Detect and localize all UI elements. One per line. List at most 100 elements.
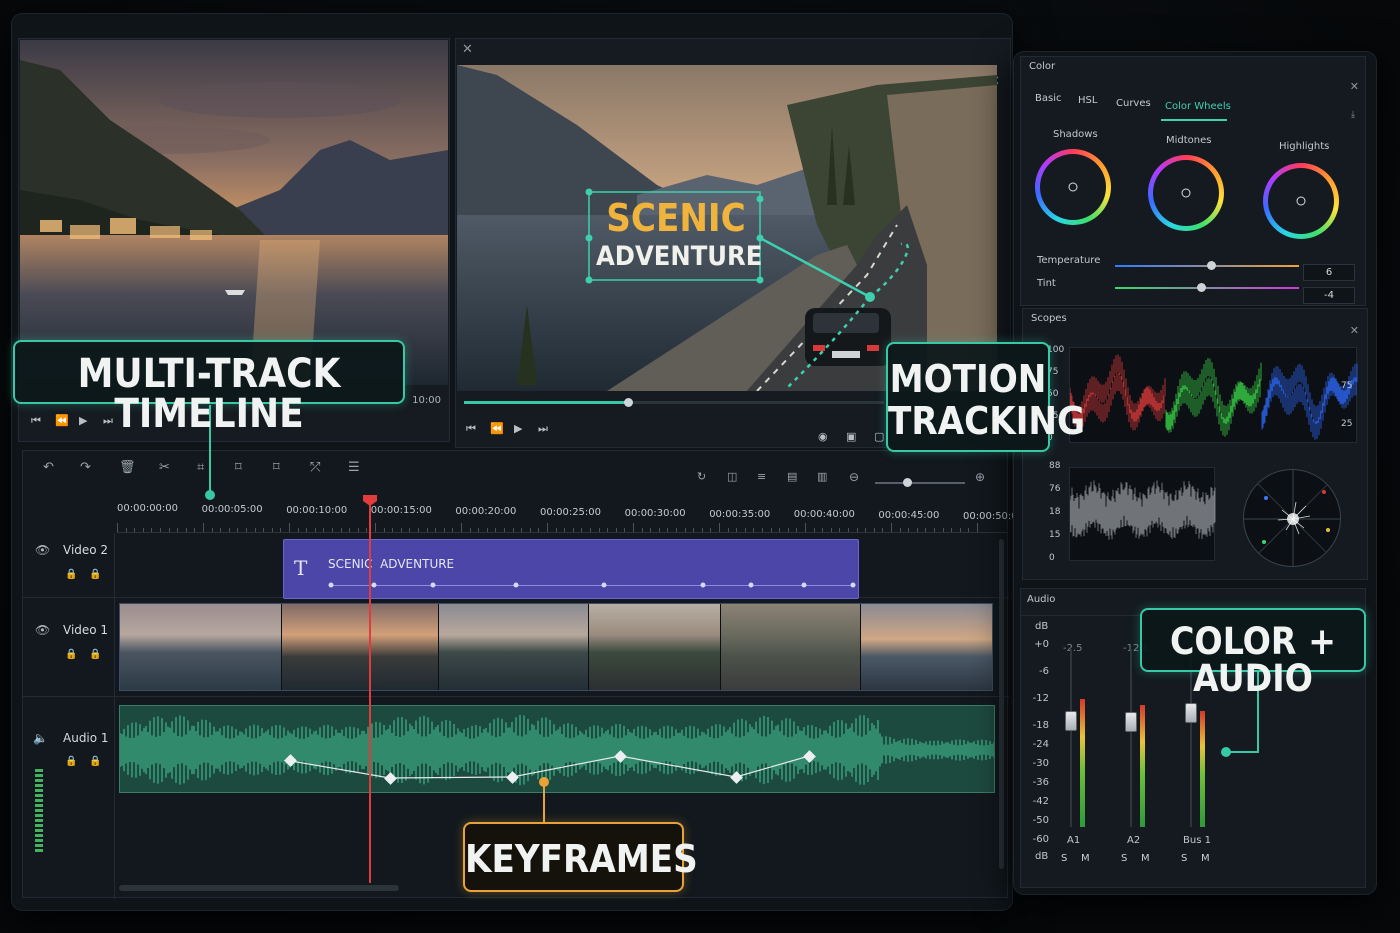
step-back-button[interactable]: ⏪ (55, 415, 69, 426)
keyframe-dot[interactable] (430, 582, 436, 588)
lock-icon[interactable]: 🔒 (65, 649, 77, 660)
speaker-icon[interactable]: 🔈 (33, 731, 48, 745)
mute-button[interactable]: M (1201, 853, 1210, 864)
lock-icon[interactable]: 🔒 (65, 569, 77, 580)
ruler-tick-label: 00:00:05:00 (201, 503, 263, 515)
volume-keyframe-curve[interactable] (120, 706, 995, 793)
shadows-color-wheel[interactable] (1035, 149, 1111, 225)
ruler-tick (856, 528, 858, 532)
lock-icon[interactable]: 🔒 (89, 649, 101, 660)
keyframe-dot[interactable] (748, 582, 754, 588)
wheel-label-midtones: Midtones (1166, 135, 1212, 146)
solo-button[interactable]: S (1061, 853, 1067, 864)
zoom-slider-handle[interactable] (903, 478, 912, 487)
ruler-tick (418, 528, 419, 532)
transform-icon[interactable]: ⤱ (310, 461, 320, 474)
keyframe-dot[interactable] (850, 582, 856, 588)
mute-button[interactable]: M (1141, 853, 1150, 864)
delete-icon[interactable]: 🗑 (119, 461, 136, 474)
go-to-start-button[interactable]: ⏮ (31, 415, 41, 426)
trim-icon[interactable]: ⌗ (197, 461, 204, 474)
subtitle-icon[interactable]: ▤ (787, 471, 797, 482)
ruler-tick-label: 00:00:35:00 (709, 508, 771, 520)
tab-basic[interactable]: Basic (1035, 93, 1061, 104)
adjust-icon[interactable]: ☰ (348, 461, 360, 474)
ruler-tick (314, 528, 316, 532)
play-button[interactable]: ▶ (514, 423, 522, 434)
video-editor-app: ✕ (0, 0, 1400, 933)
playback-progress-handle[interactable] (623, 398, 633, 407)
zoom-out-icon[interactable]: ⊖ (849, 471, 859, 483)
clip-thumbnail (439, 604, 589, 690)
keyframe-dot[interactable] (601, 582, 607, 588)
play-button[interactable]: ▶ (79, 415, 87, 426)
reset-icon[interactable]: ⤓ (1351, 111, 1355, 120)
midtones-color-wheel[interactable] (1148, 155, 1224, 231)
snapshot-icon[interactable]: ◉ (818, 431, 828, 442)
step-forward-button[interactable]: ⏭ (103, 415, 113, 426)
undo-icon[interactable]: ↶ (43, 461, 54, 474)
go-to-start-button[interactable]: ⏮ (466, 423, 476, 434)
audio-clip[interactable] (119, 705, 995, 793)
eye-icon[interactable]: 👁 (35, 543, 50, 557)
tint-slider-handle[interactable] (1197, 283, 1207, 292)
fader-track[interactable] (1190, 649, 1192, 827)
keyframe-dot[interactable] (371, 582, 377, 588)
solo-button[interactable]: S (1121, 853, 1127, 864)
horizontal-scrollbar[interactable] (119, 885, 399, 891)
keyframe-dot[interactable] (513, 582, 519, 588)
vertical-scrollbar[interactable] (999, 539, 1004, 869)
db-scale-label: -36 (1032, 777, 1049, 788)
ruler-tick (641, 528, 643, 532)
ruler-tick (297, 528, 299, 532)
video-clip[interactable] (119, 603, 993, 691)
lock-icon[interactable]: 🔒 (65, 756, 77, 767)
lock-icon[interactable]: 🔒 (89, 569, 101, 580)
close-icon[interactable]: ✕ (1350, 81, 1359, 92)
lock-icon[interactable]: 🔒 (89, 756, 101, 767)
fader-handle[interactable] (1125, 711, 1137, 732)
keyframe-dot[interactable] (328, 582, 334, 588)
parade-channel (1165, 358, 1262, 437)
tab-curves[interactable]: Curves (1116, 98, 1151, 109)
playback-progress-track[interactable] (464, 398, 884, 407)
zoom-slider[interactable] (875, 478, 965, 487)
tab-color-wheels[interactable]: Color Wheels (1165, 101, 1231, 112)
temperature-slider-handle[interactable] (1206, 261, 1216, 270)
temperature-value[interactable]: 6 (1303, 264, 1355, 281)
eye-icon[interactable]: 👁 (35, 623, 50, 637)
snap-icon[interactable]: ▥ (817, 471, 827, 482)
fader-track[interactable] (1070, 649, 1072, 827)
tab-hsl[interactable]: HSL (1078, 95, 1097, 106)
ruler-tick (237, 528, 239, 532)
tint-slider[interactable] (1115, 283, 1299, 292)
safe-zone-icon[interactable]: ▣ (846, 431, 856, 442)
step-back-button[interactable]: ⏪ (490, 423, 504, 434)
redo-icon[interactable]: ↷ (80, 461, 91, 474)
tint-value[interactable]: -4 (1303, 287, 1355, 304)
audio-panel-title: Audio (1027, 594, 1056, 605)
track-settings-icon[interactable]: ≡ (757, 471, 766, 482)
mute-button[interactable]: M (1081, 853, 1090, 864)
ruler-tick (848, 528, 849, 532)
keyframe-dot[interactable] (801, 582, 807, 588)
zoom-in-icon[interactable]: ⊕ (975, 471, 985, 483)
fader-track[interactable] (1130, 649, 1132, 827)
timeline-ruler[interactable]: 00:00:00:00 00:00:05:00 00:00:10:00 00:00:1… (117, 503, 1018, 533)
crop-ratio-icon[interactable]: ⌑ (273, 461, 280, 474)
solo-button[interactable]: S (1181, 853, 1187, 864)
keyframe-dot[interactable] (700, 582, 706, 588)
fader-handle[interactable] (1065, 710, 1077, 731)
crop-icon[interactable]: ⌑ (235, 461, 242, 474)
render-icon[interactable]: ↻ (697, 471, 706, 482)
close-icon[interactable]: ✕ (462, 43, 473, 56)
playhead[interactable] (369, 495, 371, 883)
close-icon[interactable]: ✕ (1350, 325, 1359, 336)
temperature-slider[interactable] (1115, 261, 1299, 270)
fullscreen-icon[interactable]: ▢ (874, 431, 884, 442)
split-icon[interactable]: ✂ (159, 461, 170, 474)
fader-handle[interactable] (1185, 703, 1197, 724)
step-forward-button[interactable]: ⏭ (538, 423, 548, 434)
highlights-color-wheel[interactable] (1263, 163, 1339, 239)
marker-icon[interactable]: ◫ (727, 471, 737, 482)
